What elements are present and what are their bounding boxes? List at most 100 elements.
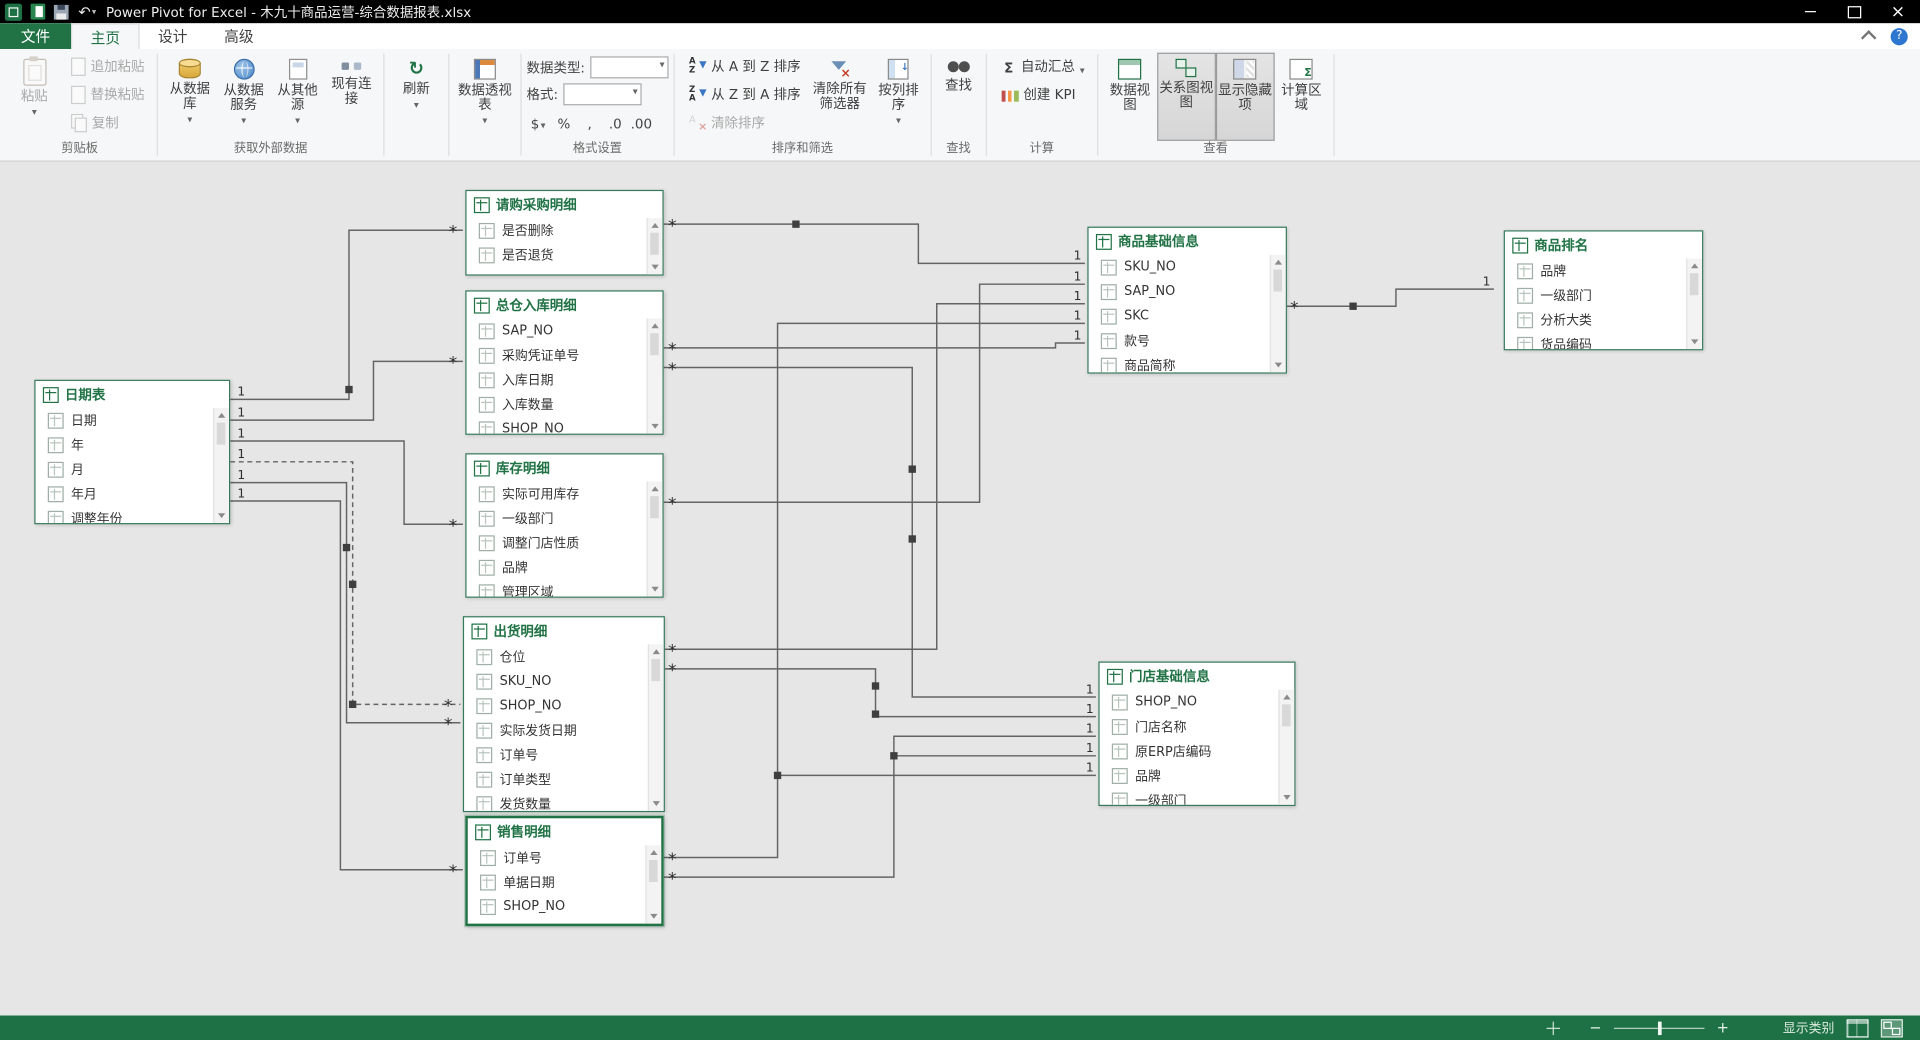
from-database-button[interactable]: 从数据库 [163,53,217,141]
table-field[interactable]: 款号 [1089,328,1271,352]
table-header[interactable]: 门店基础信息 [1100,663,1295,690]
data-type-dropdown[interactable] [589,56,669,79]
relationship-line[interactable] [663,668,1096,718]
tab-file[interactable]: 文件 [0,23,72,49]
table-header[interactable]: 总仓入库明细 [467,292,663,319]
table-field[interactable]: SKU_NO [1089,255,1271,279]
scroll-down-icon[interactable] [651,586,659,592]
table-field[interactable]: 一级部门 [1505,283,1687,307]
diagram-table-purchase-request-detail[interactable]: 请购采购明细 是否删除 是否退货 [465,189,664,276]
table-header[interactable]: 商品排名 [1505,232,1702,259]
relationship-line[interactable] [663,303,1085,650]
scroll-thumb[interactable] [1689,273,1699,296]
replace-paste-button[interactable]: 替换粘贴 [64,81,152,108]
table-scrollbar[interactable] [646,318,663,434]
table-scrollbar[interactable] [1278,689,1295,805]
autosum-button[interactable]: 自动汇总 [994,53,1092,80]
table-scrollbar[interactable] [647,644,664,811]
scroll-thumb[interactable] [216,422,226,445]
create-kpi-button[interactable]: 创建 KPI [994,81,1092,108]
table-field[interactable]: SKC [1089,304,1271,328]
fit-to-window-icon[interactable] [1546,1021,1560,1035]
scroll-thumb[interactable] [1273,269,1283,292]
scroll-up-icon[interactable] [652,649,661,655]
table-field[interactable]: 订单类型 [464,767,649,791]
increase-decimal-button[interactable]: .0 [604,111,627,135]
table-field[interactable]: 品牌 [1100,763,1280,787]
relationship-line[interactable] [663,322,1085,859]
scroll-down-icon[interactable] [217,513,226,519]
relationship-line[interactable] [230,481,461,724]
clear-sort-button[interactable]: 清除排序 [682,109,808,136]
table-field[interactable]: SKU_NO [464,669,649,693]
table-scrollbar[interactable] [1686,258,1703,350]
table-field[interactable]: SAP_NO [1089,279,1271,303]
find-button[interactable]: 查找 [936,53,980,141]
table-field[interactable]: 采购凭证单号 [467,343,648,367]
table-header[interactable]: 销售明细 [468,818,661,845]
qat-menu-caret-icon[interactable] [92,7,96,17]
scroll-down-icon[interactable] [650,913,658,919]
diagram-table-inventory-detail[interactable]: 库存明细 实际可用库存 一级部门 调整门店性质 品牌 管理区域 [465,453,664,598]
minimize-button[interactable] [1788,0,1832,23]
pivottable-button[interactable]: 数据透视表 [454,53,515,141]
table-field[interactable]: SAP_NO [467,318,648,342]
table-header[interactable]: 库存明细 [467,454,663,481]
tab-home[interactable]: 主页 [71,23,140,49]
show-category-button[interactable]: 显示类别 [1783,1019,1834,1037]
relationship-line[interactable] [1286,288,1494,307]
table-field[interactable]: 商品简称 [1089,353,1271,373]
existing-connections-button[interactable]: 现有连接 [324,53,378,141]
scroll-down-icon[interactable] [1283,795,1291,800]
scroll-thumb[interactable] [650,333,659,356]
table-scrollbar[interactable] [645,845,662,924]
diagram-view-mini-icon[interactable] [1880,1018,1903,1037]
table-field[interactable]: 单据日期 [468,870,647,894]
table-field[interactable]: SHOP_NO [467,416,648,434]
clear-all-filters-button[interactable]: 清除所有筛选器 [808,53,872,141]
table-field[interactable]: 年 [36,432,215,456]
table-field[interactable]: 实际可用库存 [467,481,648,505]
table-header[interactable]: 日期表 [36,381,229,408]
table-field[interactable]: 是否删除 [467,218,648,242]
paste-button[interactable]: 粘贴 [7,53,61,141]
table-header[interactable]: 出货明细 [464,617,664,644]
undo-button[interactable] [78,3,90,20]
zoom-in-button[interactable]: + [1717,1020,1729,1035]
data-view-button[interactable]: 数据视图 [1103,53,1157,141]
diagram-view-button[interactable]: 关系图视图 [1156,52,1216,141]
diagram-table-shipment-detail[interactable]: 出货明细 仓位 SKU_NO SHOP_NO 实际发货日期 订单号 订单类型 发货数量 [462,616,665,813]
table-field[interactable]: 入库数量 [467,392,648,416]
scroll-down-icon[interactable] [651,264,659,270]
from-data-service-button[interactable]: 从数据服务 [217,53,271,141]
scroll-thumb[interactable] [648,859,658,882]
scroll-up-icon[interactable] [651,222,659,228]
relationship-line[interactable] [663,283,1085,503]
diagram-table-product-ranking[interactable]: 商品排名 品牌 一级部门 分析大类 货品编码 [1503,230,1704,351]
percent-format-button[interactable]: % [552,111,575,135]
from-other-sources-button[interactable]: 从其他源 [271,53,325,141]
table-field[interactable]: 分析大类 [1505,307,1687,331]
table-field[interactable]: 订单号 [468,845,647,869]
grid-view-mini-icon[interactable] [1846,1018,1869,1037]
sort-za-button[interactable]: 从 Z 到 A 排序 [682,81,808,108]
relationship-line[interactable] [663,342,1085,349]
table-scrollbar[interactable] [646,218,663,275]
table-field[interactable]: 品牌 [467,555,648,579]
table-field[interactable]: 订单号 [464,742,649,766]
diagram-table-store-base-info[interactable]: 门店基础信息 SHOP_NO 门店名称 原ERP店编码 品牌 一级部门 [1098,661,1296,807]
help-button[interactable] [1890,27,1908,45]
scroll-up-icon[interactable] [651,486,659,492]
currency-format-button[interactable]: $ [527,111,550,135]
scroll-down-icon[interactable] [1274,362,1283,368]
table-field[interactable]: 一级部门 [467,506,648,530]
scroll-down-icon[interactable] [1691,339,1699,345]
diagram-canvas[interactable]: 1 1 1 1 1 1 * * * * * * * * * * * * * * 1 1 1 1 1 1 1 1 1 1 * 1 日期表 日期年月… [0,161,1920,1016]
scroll-down-icon[interactable] [651,423,659,429]
table-field[interactable]: 货品编码 [1505,332,1687,350]
maximize-button[interactable] [1832,0,1876,23]
table-scrollbar[interactable] [1269,254,1286,373]
table-field[interactable]: 一级部门 [1100,788,1280,805]
table-field[interactable]: 调整年份 [36,506,215,524]
close-button[interactable]: × [1876,0,1920,23]
